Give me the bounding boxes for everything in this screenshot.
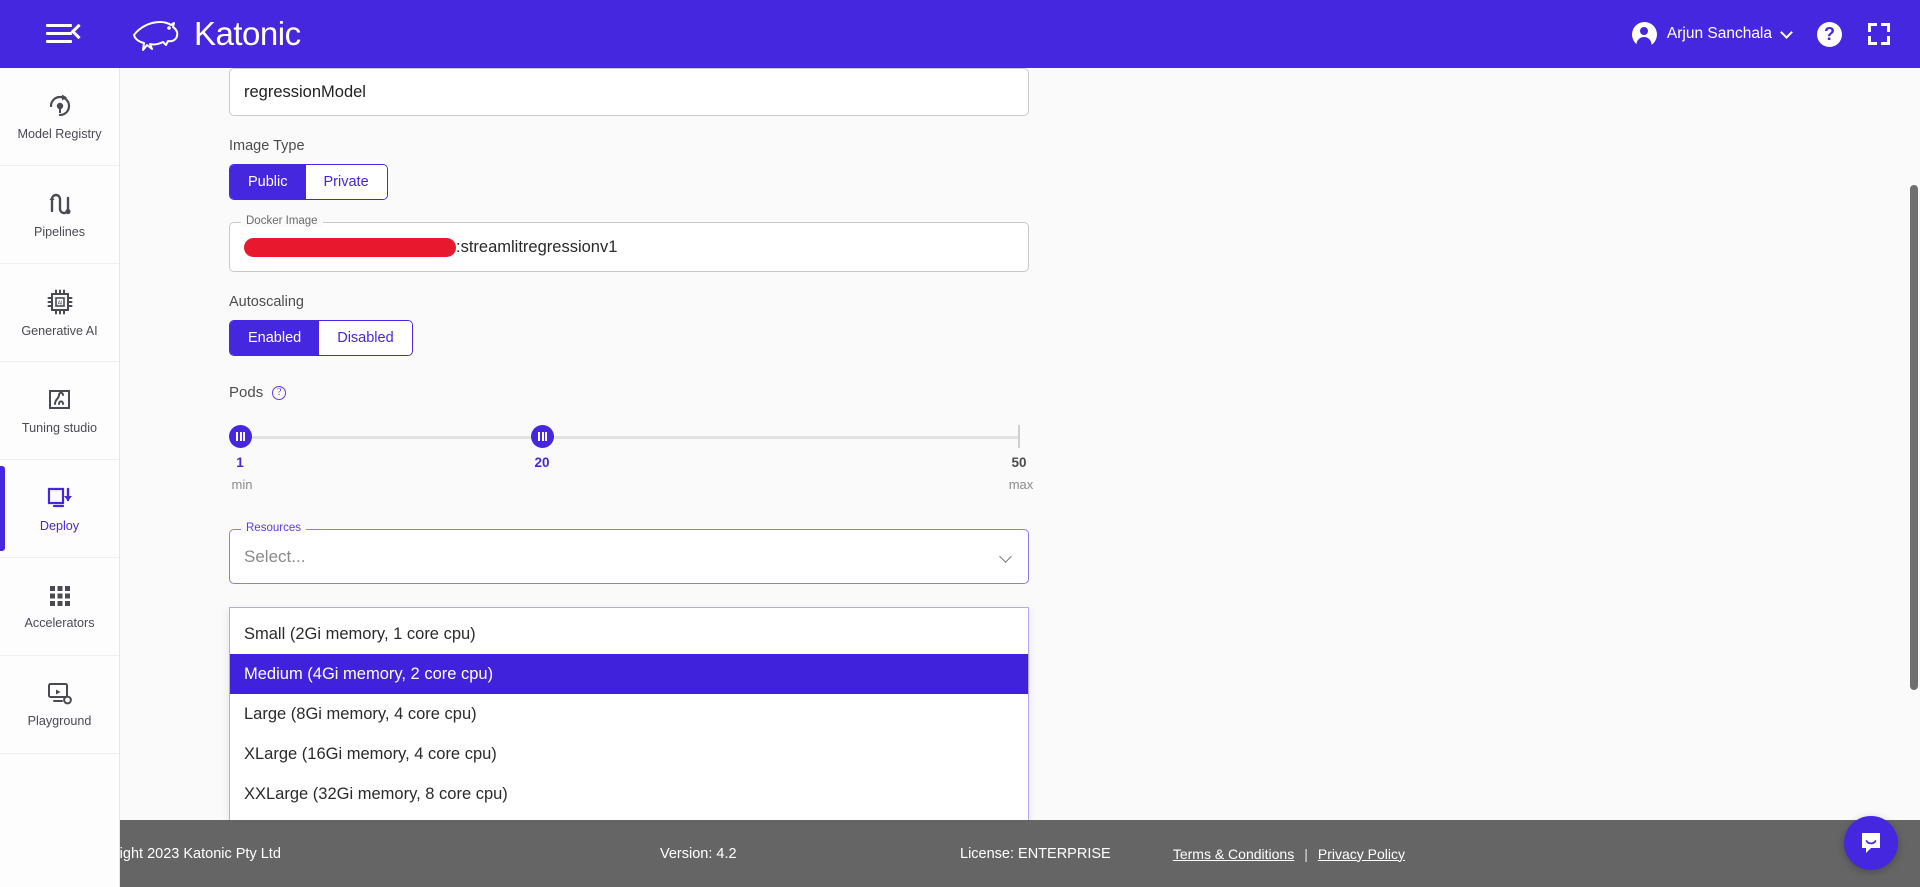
footer-version: Version: 4.2 (660, 845, 737, 862)
model-registry-icon (49, 94, 70, 116)
autoscaling-label: Autoscaling (229, 294, 304, 310)
deploy-form: regressionModel Image Type Public Privat… (229, 68, 1033, 820)
resources-option-large[interactable]: Large (8Gi memory, 4 core cpu) (230, 694, 1028, 734)
generative-ai-chip-icon: AI (47, 289, 72, 314)
slider-thumb-min[interactable] (229, 425, 252, 448)
footer: Copyright 2023 Katonic Pty Ltd Version: … (0, 820, 1920, 887)
image-type-private-button[interactable]: Private (305, 165, 387, 199)
avatar (1631, 21, 1657, 47)
user-menu[interactable]: Arjun Sanchala (1631, 21, 1793, 47)
sidebar-item-deploy[interactable]: Deploy (0, 460, 119, 558)
autoscaling-enabled-button[interactable]: Enabled (230, 321, 320, 355)
sidebar-item-label: Pipelines (33, 224, 86, 239)
redacted-registry-path (244, 237, 456, 257)
tuning-studio-puzzle-icon (49, 390, 70, 409)
resources-select[interactable]: Resources Select... (229, 522, 1029, 584)
docker-image-legend: Docker Image (241, 215, 323, 227)
kangaroo-logo-icon (133, 21, 179, 51)
docker-image-field[interactable]: Docker Image :streamlitregressionv1 (229, 215, 1029, 272)
sidebar-item-pipelines[interactable]: Pipelines (0, 166, 119, 264)
sidebar-item-generative-ai[interactable]: AI Generative AI (0, 264, 119, 362)
model-name-input[interactable]: regressionModel (229, 68, 1029, 116)
hamburger-collapse-icon[interactable] (40, 17, 87, 51)
chat-widget-button[interactable] (1844, 816, 1898, 870)
pipelines-icon (49, 193, 71, 214)
privacy-policy-link[interactable]: Privacy Policy (1318, 846, 1405, 862)
sidebar: Model Registry Pipelines AI Generative A… (0, 68, 120, 887)
slider-current-value: 20 (534, 455, 550, 470)
brand-wordmark: Katonic (194, 15, 301, 52)
slider-max-value: 50 (1011, 455, 1027, 470)
vertical-scrollbar[interactable] (1910, 185, 1918, 690)
footer-license: License: ENTERPRISE (960, 845, 1111, 862)
resources-option-xxlarge[interactable]: XXLarge (32Gi memory, 8 core cpu) (230, 774, 1028, 814)
image-type-label: Image Type (229, 138, 305, 154)
sidebar-item-label: Deploy (39, 518, 80, 533)
resources-option-xlarge[interactable]: XLarge (16Gi memory, 4 core cpu) (230, 734, 1028, 774)
slider-min-caption: min (231, 477, 253, 492)
slider-max-caption: max (1008, 477, 1034, 492)
image-type-toggle: Public Private (229, 164, 388, 200)
accelerators-grid-icon (49, 585, 70, 606)
sidebar-item-label: Generative AI (21, 323, 98, 338)
slider-min-value: 1 (236, 455, 244, 470)
deploy-icon (47, 487, 72, 507)
pods-header: Pods ? (229, 384, 1029, 401)
top-bar-right: Arjun Sanchala ? (1631, 21, 1890, 47)
resources-option-small[interactable]: Small (2Gi memory, 1 core cpu) (230, 614, 1028, 654)
sidebar-item-model-registry[interactable]: Model Registry (0, 68, 119, 166)
chevron-down-icon (999, 550, 1012, 563)
sidebar-item-label: Model Registry (17, 126, 102, 141)
slider-max-tick (1018, 425, 1020, 448)
autoscaling-toggle: Enabled Disabled (229, 320, 413, 356)
resources-legend: Resources (241, 522, 306, 534)
chevron-left-icon (70, 23, 87, 40)
resources-select-wrapper: Resources Select... Small (2Gi memory, 1… (229, 522, 1029, 820)
footer-links: Terms & Conditions | Privacy Policy (1173, 846, 1405, 862)
image-type-public-button[interactable]: Public (230, 165, 306, 199)
pods-help-icon[interactable]: ? (272, 385, 287, 400)
svg-text:AI: AI (57, 300, 62, 306)
chat-bubble-icon (1862, 833, 1880, 853)
help-icon[interactable]: ? (1817, 21, 1842, 47)
user-name-label: Arjun Sanchala (1666, 25, 1772, 42)
fullscreen-icon[interactable] (1868, 23, 1890, 45)
pods-label: Pods (229, 384, 264, 401)
playground-icon (48, 683, 72, 705)
main-content: regressionModel Image Type Public Privat… (120, 68, 1920, 820)
resources-selected-value: Select... (244, 546, 306, 566)
docker-image-value: :streamlitregressionv1 (456, 237, 618, 256)
sidebar-item-playground[interactable]: Playground (0, 656, 119, 754)
hamburger-lines (46, 23, 87, 45)
sidebar-item-accelerators[interactable]: Accelerators (0, 558, 119, 656)
sidebar-item-label: Accelerators (24, 615, 95, 630)
brand-logo[interactable]: Katonic (130, 15, 301, 53)
autoscaling-disabled-button[interactable]: Disabled (319, 321, 412, 355)
terms-and-conditions-link[interactable]: Terms & Conditions (1173, 846, 1294, 862)
footer-link-separator: | (1304, 845, 1308, 862)
resources-option-medium[interactable]: Medium (4Gi memory, 2 core cpu) (230, 654, 1028, 694)
sidebar-item-label: Playground (27, 714, 92, 728)
chevron-down-icon (1780, 25, 1793, 39)
sidebar-item-label: Tuning studio (21, 421, 98, 435)
slider-thumb-current[interactable] (531, 425, 554, 448)
resources-dropdown-menu: Small (2Gi memory, 1 core cpu) Medium (4… (229, 607, 1029, 820)
sidebar-item-tuning-studio[interactable]: Tuning studio (0, 362, 119, 460)
app-root: Katonic Arjun Sanchala ? Model Registry (0, 0, 1920, 887)
pods-slider[interactable]: 1 min 20 50 max (229, 425, 1033, 503)
slider-rail[interactable] (239, 436, 1018, 439)
top-bar: Katonic Arjun Sanchala ? (0, 0, 1920, 68)
